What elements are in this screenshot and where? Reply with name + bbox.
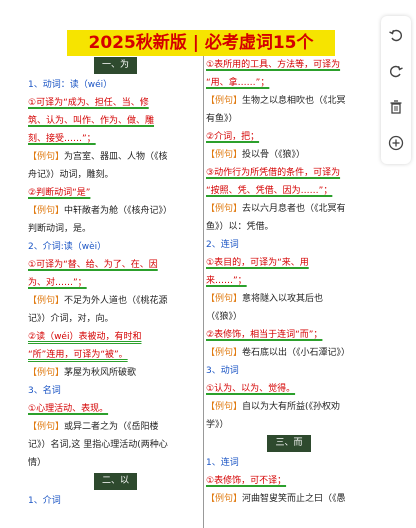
example-line: 鱼》）以：凭借。: [206, 222, 274, 232]
meaning-line: ①可译为“成为、担任、当、修: [28, 98, 149, 108]
example-line: 记》）介词，对，向。: [28, 314, 114, 324]
example-tag: 【例句】: [206, 494, 243, 504]
heading-conjunction: 1、连词: [206, 458, 239, 468]
example-line: 【例句】河曲智叟笑而止之曰（《愚: [206, 494, 346, 504]
section-banner-er: 三、而: [267, 435, 311, 452]
heading-verb: 1、动词：读（wéi）: [28, 80, 113, 90]
meaning-line: ①表目的，可译为“来、用: [206, 258, 309, 268]
example-line: 【例句】为宫室、器皿、人物（《核: [28, 152, 168, 162]
example-tag: 【例句】: [28, 422, 65, 432]
example-line: 【例句】中轩敞者为舱（《核舟记》）: [28, 206, 173, 216]
example-line: 【例句】茅屋为秋风所破歌: [28, 368, 137, 378]
meaning-line: ①可译为“替、给、为了、在、因: [28, 260, 158, 270]
example-line: 【例句】投以骨（《狼》）: [206, 150, 306, 160]
meaning-line: ①表修饰，可不译；: [206, 476, 287, 486]
example-line: 【例句】不足为外人道也（《桃花源: [28, 296, 168, 306]
meaning-line: ②判断动词“是”: [28, 188, 91, 198]
heading-noun: 3、名词: [28, 386, 61, 396]
example-tag: 【例句】: [28, 368, 65, 378]
example-line: 【例句】自以为大有所益(《孙权劝: [206, 402, 341, 412]
meaning-line: ①认为、以为、觉得。: [206, 384, 296, 394]
meaning-line: ①心理活动、表现。: [28, 404, 109, 414]
meaning-line: 刻、接受……”；: [28, 134, 96, 144]
example-tag: 【例句】: [206, 294, 243, 304]
undo-icon[interactable]: [385, 24, 407, 46]
column-divider: [203, 56, 204, 528]
heading-preposition: 2、介词:读（wèi）: [28, 242, 107, 252]
document-page: 2025秋新版 | 必考虚词15个 一、为 1、动词：读（wéi） ①可译为“成…: [0, 0, 380, 528]
example-line: 【例句】或异二者之为（《岳阳楼: [28, 422, 159, 432]
example-line: 【例句】卷石底以出（《小石潭记》）: [206, 348, 351, 358]
example-tag: 【例句】: [28, 296, 65, 306]
example-line: （《狼》）: [206, 312, 243, 322]
meaning-line: “按照、凭、凭借、因为……”；: [206, 186, 333, 196]
meaning-line: “所”连用，可译为“被”。: [28, 350, 128, 360]
meaning-line: ①表所用的工具、方法等，可译为: [206, 60, 341, 70]
add-icon[interactable]: [385, 132, 407, 154]
example-tag: 【例句】: [206, 150, 243, 160]
example-line: 【例句】生物之以息相吹也（《北冥: [206, 96, 346, 106]
heading-conjunction: 2、连词: [206, 240, 239, 250]
trash-icon[interactable]: [385, 96, 407, 118]
left-column: 一、为 1、动词：读（wéi） ①可译为“成为、担任、当、修 筑、认为、叫作、作…: [28, 56, 203, 528]
editor-toolbar: [381, 16, 411, 164]
example-tag: 【例句】: [206, 402, 243, 412]
meaning-line: ③动作行为所凭借的条件，可译为: [206, 168, 341, 178]
example-line: 判断动词，是。: [28, 224, 92, 234]
example-line: 情）: [28, 458, 47, 468]
section-banner-yi: 二、以: [93, 473, 137, 490]
meaning-line: “用、拿……”；: [206, 78, 270, 88]
example-line: 【例句】去以六月息者也（《北冥有: [206, 204, 346, 214]
example-line: 记》）名词,这 里指心理活动(两种心: [28, 440, 168, 450]
meaning-line: 来……”；: [206, 276, 247, 286]
example-tag: 【例句】: [28, 206, 65, 216]
example-tag: 【例句】: [206, 204, 243, 214]
meaning-line: 筑、认为、叫作、作为、做、雕: [28, 116, 155, 126]
example-tag: 【例句】: [28, 152, 65, 162]
heading-preposition: 1、介词: [28, 496, 61, 506]
meaning-line: ②介词，把；: [206, 132, 260, 142]
redo-icon[interactable]: [385, 60, 407, 82]
example-line: 有鱼》）: [206, 114, 238, 124]
meaning-line: 为、对……”；: [28, 278, 87, 288]
heading-verb: 3、动词: [206, 366, 239, 376]
section-banner-wei: 一、为: [93, 57, 137, 74]
right-column: ①表所用的工具、方法等，可译为 “用、拿……”； 【例句】生物之以息相吹也（《北…: [206, 56, 372, 528]
meaning-line: ②读（wéi）表被动，有时和: [28, 332, 142, 342]
page-title: 2025秋新版 | 必考虚词15个: [67, 30, 335, 56]
example-tag: 【例句】: [206, 348, 243, 358]
example-tag: 【例句】: [206, 96, 243, 106]
example-line: 学》）: [206, 420, 229, 430]
meaning-line: ②表修饰，相当于连词“而”；: [206, 330, 323, 340]
example-line: 【例句】意将隧入以攻其后也: [206, 294, 324, 304]
example-line: 舟记》）动词，雕刻。: [28, 170, 114, 180]
